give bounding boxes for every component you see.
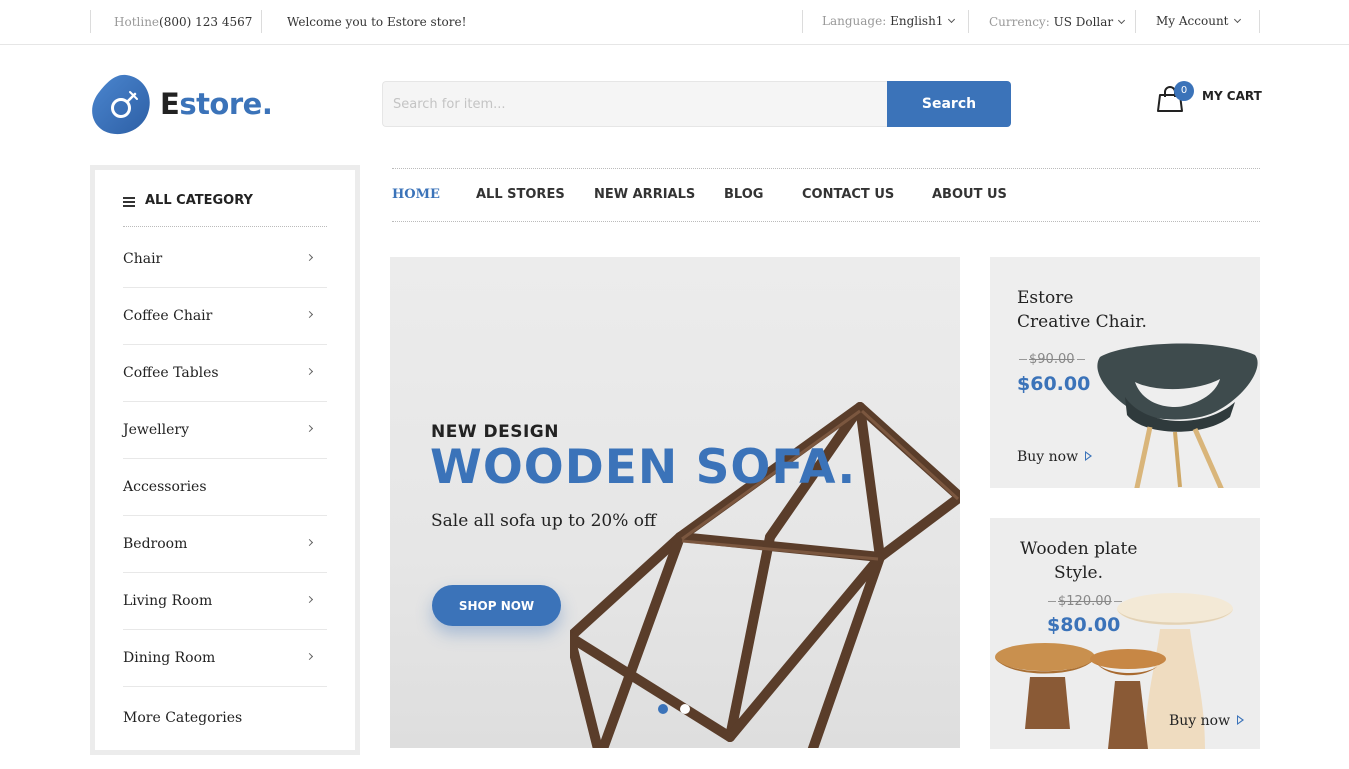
shop-now-button[interactable]: SHOP NOW [432, 585, 561, 626]
main-nav: HOME ALL STORES NEW ARRIALS BLOG CONTACT… [392, 168, 1260, 222]
buy-now-link[interactable]: Buy now [1169, 713, 1245, 729]
category-label: Chair [123, 251, 163, 267]
buy-now-label: Buy now [1169, 713, 1231, 729]
hamburger-icon [123, 197, 135, 207]
category-item-dining-room[interactable]: Dining Room [123, 630, 327, 687]
logo-text: Estore. [160, 87, 273, 121]
nav-all-stores[interactable]: ALL STORES [476, 187, 565, 202]
currency-label: Currency: [989, 15, 1050, 29]
category-sidebar: ALL CATEGORY Chair Coffee Chair Coffee T… [90, 165, 360, 755]
estore-logo-icon [92, 74, 150, 135]
search-button[interactable]: Search [887, 81, 1011, 127]
category-title: ALL CATEGORY [145, 193, 253, 208]
account-menu[interactable]: My Account [1156, 14, 1241, 28]
language-selector[interactable]: Language: English1 [822, 14, 956, 28]
search-input[interactable] [382, 81, 887, 127]
category-label: Bedroom [123, 536, 188, 552]
divider [802, 10, 803, 33]
top-bar: Hotline(800) 123 4567 Welcome you to Est… [0, 0, 1349, 45]
category-item-jewellery[interactable]: Jewellery [123, 402, 327, 459]
divider [1259, 10, 1260, 33]
category-header[interactable]: ALL CATEGORY [123, 190, 327, 227]
buy-now-label: Buy now [1017, 449, 1079, 465]
promo-old-price: $120.00 [1046, 594, 1124, 609]
hotline-number[interactable]: (800) 123 4567 [159, 15, 252, 29]
chevron-down-icon [1118, 16, 1126, 25]
promo-title-line2: Style. [1054, 563, 1103, 583]
promo-price: $80.00 [1047, 614, 1121, 636]
currency-selector[interactable]: Currency: US Dollar [989, 15, 1126, 29]
cart[interactable]: 0 MY CART [1156, 80, 1262, 116]
category-item-chair[interactable]: Chair [123, 231, 327, 288]
chevron-right-icon [305, 595, 314, 604]
promo-title-line1: Wooden plate [1020, 539, 1138, 559]
nav-about-us[interactable]: ABOUT US [932, 187, 1007, 202]
more-categories-link[interactable]: More Categories [123, 710, 242, 726]
divider [261, 10, 262, 33]
logo[interactable]: Estore. [90, 73, 273, 137]
slider-dot[interactable] [680, 704, 690, 714]
language-label: Language: [822, 14, 887, 28]
chevron-right-icon [305, 652, 314, 661]
cart-label: MY CART [1202, 89, 1262, 103]
category-label: Jewellery [123, 422, 190, 438]
promo-card-plate[interactable]: Wooden plate Style. $120.00 $80.00 Buy n… [990, 518, 1260, 749]
hero-title: WOODEN SOFA. [430, 440, 857, 495]
hero-slider: NEW DESIGN WOODEN SOFA. Sale all sofa up… [390, 257, 960, 748]
nav-new-arrivals[interactable]: NEW ARRIALS [594, 187, 695, 202]
slider-dot-active[interactable] [658, 704, 668, 714]
promo-old-price: $90.00 [1017, 352, 1087, 367]
divider [968, 10, 969, 33]
category-item-coffee-tables[interactable]: Coffee Tables [123, 345, 327, 402]
chevron-down-icon [1233, 15, 1241, 24]
currency-value: US Dollar [1053, 15, 1114, 29]
buy-now-link[interactable]: Buy now [1017, 449, 1093, 465]
divider [90, 10, 91, 33]
chevron-right-icon [305, 310, 314, 319]
promo-title-line2: Creative Chair. [1017, 312, 1147, 332]
category-label: Accessories [123, 479, 207, 495]
hotline-label: Hotline [114, 15, 160, 29]
hero-description: Sale all sofa up to 20% off [431, 511, 657, 531]
hero-subtitle: NEW DESIGN [431, 422, 559, 442]
nav-home[interactable]: HOME [392, 187, 440, 202]
divider [1135, 10, 1136, 33]
nav-blog[interactable]: BLOG [724, 187, 763, 202]
chevron-right-icon [305, 253, 314, 262]
category-item-coffee-chair[interactable]: Coffee Chair [123, 288, 327, 345]
promo-title-line1: Estore [1017, 288, 1074, 308]
welcome-text: Welcome you to Estore store! [287, 15, 467, 29]
chevron-down-icon [948, 15, 956, 24]
category-item-accessories[interactable]: Accessories [123, 459, 327, 516]
chevron-right-icon [305, 424, 314, 433]
category-item-living-room[interactable]: Living Room [123, 573, 327, 630]
cart-count-badge: 0 [1174, 81, 1194, 101]
category-label: Coffee Tables [123, 365, 219, 381]
category-label: Dining Room [123, 650, 216, 666]
chevron-right-icon [305, 538, 314, 547]
chevron-right-icon [305, 367, 314, 376]
promo-card-chair[interactable]: Estore Creative Chair. $90.00 $60.00 Buy… [990, 257, 1260, 488]
category-label: Coffee Chair [123, 308, 213, 324]
language-value: English1 [890, 14, 944, 28]
category-list: Chair Coffee Chair Coffee Tables Jewelle… [123, 231, 327, 687]
account-label: My Account [1156, 14, 1229, 28]
hotline: Hotline(800) 123 4567 [114, 15, 252, 29]
nav-contact-us[interactable]: CONTACT US [802, 187, 894, 202]
play-triangle-icon [1085, 451, 1093, 461]
category-item-bedroom[interactable]: Bedroom [123, 516, 327, 573]
play-triangle-icon [1237, 715, 1245, 725]
category-label: Living Room [123, 593, 213, 609]
promo-price: $60.00 [1017, 373, 1091, 395]
chair-image [1097, 343, 1258, 488]
